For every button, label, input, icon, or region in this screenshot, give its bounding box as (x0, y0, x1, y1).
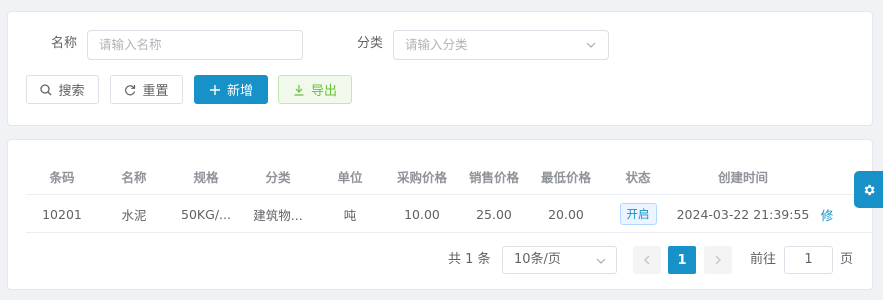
name-label: 名称 (51, 36, 78, 51)
gear-icon (864, 184, 875, 195)
edit-link[interactable]: 修 (812, 205, 842, 224)
plus-icon (209, 84, 220, 95)
add-button[interactable]: 新增 (194, 75, 268, 104)
column-header[interactable]: 销售价格 (458, 167, 530, 186)
column-header[interactable]: 采购价格 (386, 167, 458, 186)
search-panel: 名称 请输入名称 分类 请输入分类 搜索 重置 新增 导出 (7, 11, 873, 126)
page-suffix: 页 (840, 252, 854, 267)
chevron-down-icon (586, 42, 596, 48)
prev-page-button[interactable] (633, 246, 661, 274)
cell-purchase-price: 10.00 (404, 206, 440, 222)
cell-status: 开启 (602, 203, 674, 225)
category-label: 分类 (357, 36, 384, 51)
cell-category: 建筑物... (253, 207, 303, 223)
column-header[interactable]: 最低价格 (530, 167, 602, 186)
next-page-button[interactable] (704, 246, 732, 274)
page-size-value: 10条/页 (514, 252, 561, 267)
column-header[interactable]: 规格 (170, 167, 242, 186)
search-button-label: 搜索 (58, 84, 85, 99)
column-header[interactable]: 名称 (98, 167, 170, 186)
category-select-placeholder: 请输入分类 (405, 37, 468, 52)
cell-created-at: 2024-03-22 21:39:55 (676, 206, 810, 222)
cell-sale-price: 25.00 (476, 206, 512, 222)
reset-button-label: 重置 (142, 84, 169, 99)
goto-label: 前往 (750, 252, 777, 267)
search-button[interactable]: 搜索 (26, 75, 99, 104)
add-button-label: 新增 (226, 84, 253, 99)
cell-min-price: 20.00 (548, 206, 584, 222)
category-select[interactable]: 请输入分类 (393, 30, 609, 60)
export-button-label: 导出 (310, 84, 337, 99)
name-input[interactable]: 请输入名称 (87, 30, 303, 60)
page-number-current[interactable]: 1 (668, 246, 696, 274)
column-header[interactable]: 分类 (242, 167, 314, 186)
reset-button[interactable]: 重置 (110, 75, 183, 104)
download-icon (294, 84, 304, 96)
search-icon (40, 83, 52, 95)
chevron-down-icon (596, 258, 606, 264)
column-header[interactable]: 条码 (26, 167, 98, 186)
cell-unit: 吨 (343, 207, 357, 223)
refresh-icon (125, 84, 136, 95)
column-header[interactable]: 状态 (602, 167, 674, 186)
table-panel: 条码 名称 规格 分类 单位 采购价格 销售价格 最低价格 状态 创建时间 10… (7, 139, 873, 290)
goto-page-input[interactable]: 1 (784, 246, 833, 274)
column-header[interactable]: 创建时间 (674, 167, 812, 186)
settings-tab[interactable] (854, 171, 883, 208)
pagination-total: 共 1 条 (448, 252, 491, 267)
page-size-select[interactable]: 10条/页 (502, 246, 617, 274)
table-header: 条码 名称 规格 分类 单位 采购价格 销售价格 最低价格 状态 创建时间 (26, 158, 872, 195)
column-header[interactable]: 单位 (314, 167, 386, 186)
chevron-left-icon (644, 255, 650, 265)
name-input-placeholder: 请输入名称 (99, 37, 162, 52)
table-row[interactable]: 10201 水泥 50KG/... 建筑物... 吨 10.00 25.00 2… (26, 196, 872, 233)
export-button[interactable]: 导出 (278, 75, 352, 104)
cell-barcode: 10201 (42, 206, 82, 222)
cell-spec: 50KG/... (181, 206, 231, 222)
cell-name: 水泥 (121, 207, 147, 223)
chevron-right-icon (715, 255, 721, 265)
status-badge: 开启 (619, 203, 657, 225)
